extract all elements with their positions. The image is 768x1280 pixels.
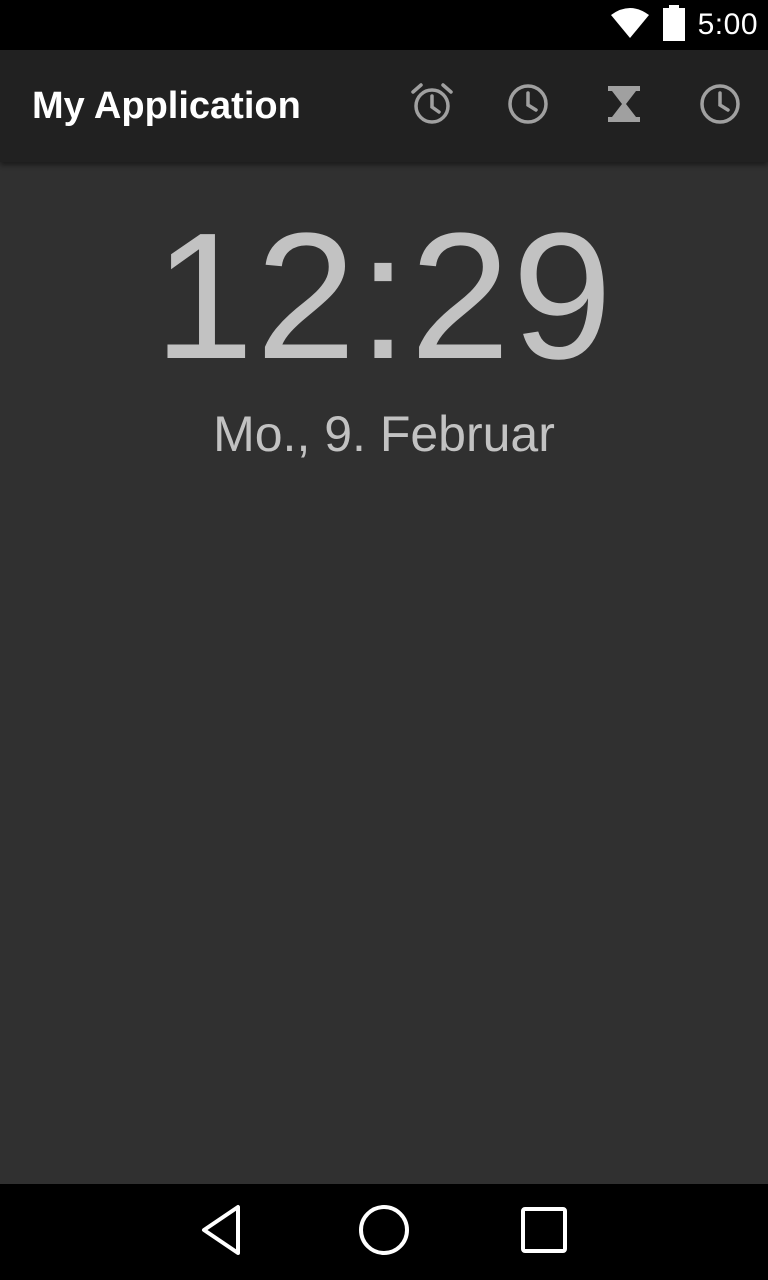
clock-time: 12:29: [153, 196, 615, 397]
home-icon: [357, 1203, 411, 1261]
clock-content: 12:29 Mo., 9. Februar: [0, 162, 768, 1184]
status-time: 5:00: [697, 8, 758, 41]
navigation-bar: [0, 1184, 768, 1280]
stopwatch-button[interactable]: [688, 74, 752, 138]
app-bar: My Application: [0, 50, 768, 162]
clock-button[interactable]: [496, 74, 560, 138]
timer-button[interactable]: [592, 74, 656, 138]
wifi-icon: [610, 7, 650, 43]
back-button[interactable]: [190, 1200, 254, 1264]
home-button[interactable]: [352, 1200, 416, 1264]
screen: 5:00 My Application 12:29 Mo., 9. Februa…: [0, 0, 768, 1280]
battery-icon: [662, 5, 686, 45]
recents-button[interactable]: [512, 1200, 576, 1264]
status-bar: 5:00: [0, 0, 768, 50]
status-icons: 5:00: [610, 0, 758, 50]
app-title: My Application: [32, 85, 301, 127]
hourglass-icon: [604, 82, 644, 130]
clock-icon: [698, 82, 742, 130]
clock-icon: [506, 82, 550, 130]
clock-date: Mo., 9. Februar: [213, 406, 555, 462]
recents-icon: [520, 1206, 568, 1258]
back-icon: [198, 1204, 246, 1260]
alarm-icon: [410, 82, 454, 130]
alarm-button[interactable]: [400, 74, 464, 138]
